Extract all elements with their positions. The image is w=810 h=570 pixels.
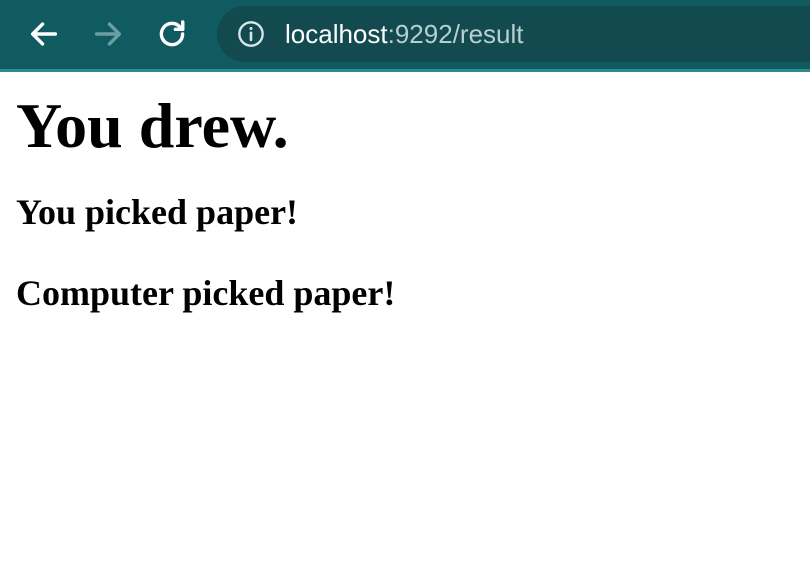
forward-button[interactable] — [88, 14, 128, 54]
url-host: localhost — [285, 19, 388, 49]
url-path: :9292/result — [387, 19, 524, 49]
page-content: You drew. You picked paper! Computer pic… — [16, 72, 810, 315]
back-button[interactable] — [24, 14, 64, 54]
result-heading: You drew. — [16, 90, 289, 161]
reload-icon — [159, 20, 185, 47]
back-arrow-icon — [30, 22, 58, 46]
address-bar[interactable]: localhost:9292/result — [217, 6, 810, 62]
forward-arrow-icon — [94, 22, 122, 46]
info-icon — [238, 21, 264, 47]
url-text[interactable]: localhost:9292/result — [285, 6, 524, 62]
computer-choice-text: Computer picked paper! — [16, 273, 396, 313]
reload-button[interactable] — [152, 14, 192, 54]
browser-toolbar: localhost:9292/result — [0, 0, 810, 72]
user-choice-text: You picked paper! — [16, 192, 299, 232]
site-info-button[interactable] — [237, 20, 265, 48]
